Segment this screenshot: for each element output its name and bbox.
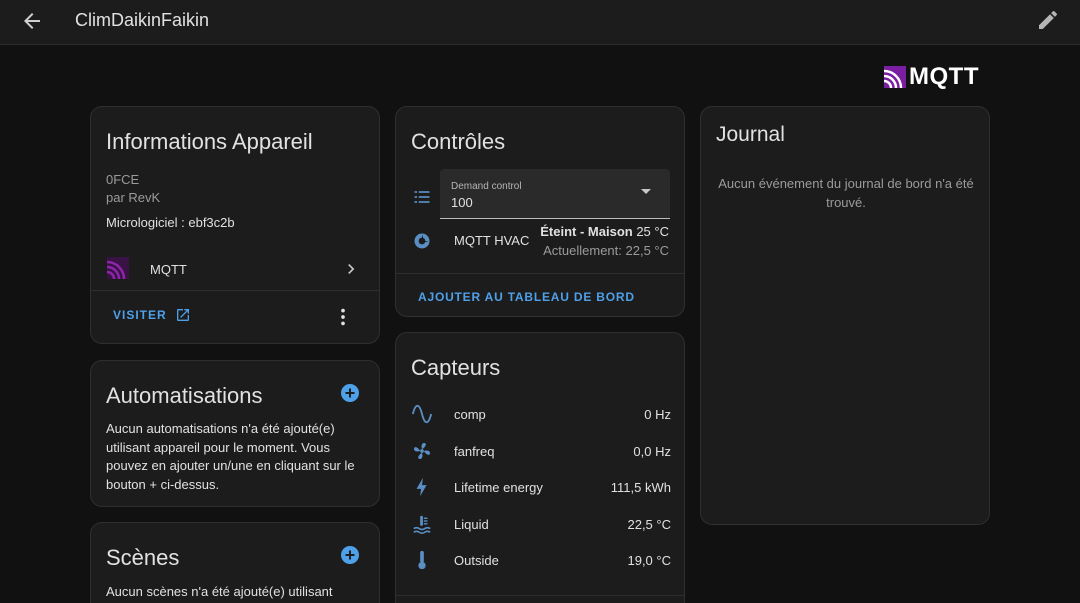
sensor-row-fanfreq[interactable]: fanfreq 0,0 Hz xyxy=(396,436,684,466)
add-scene-icon[interactable] xyxy=(340,545,360,565)
hvac-icon[interactable] xyxy=(412,231,432,251)
card-divider xyxy=(91,290,379,291)
sensor-name: comp xyxy=(454,407,486,422)
integration-row-mqtt[interactable]: MQTT xyxy=(91,251,379,291)
hvac-state-target: 25 °C xyxy=(632,224,669,239)
logbook-card: Journal Aucun événement du journal de bo… xyxy=(700,106,990,525)
hvac-current-temp: Actuellement: 22,5 °C xyxy=(543,243,669,258)
device-info-card: Informations Appareil 0FCE par RevK Micr… xyxy=(90,106,380,344)
device-info-title: Informations Appareil xyxy=(106,129,313,154)
sensor-row-lifetime-energy[interactable]: Lifetime energy 111,5 kWh xyxy=(396,472,684,502)
sensor-value: 0,0 Hz xyxy=(633,444,671,459)
logbook-title: Journal xyxy=(716,123,785,146)
sensor-value: 19,0 °C xyxy=(627,553,671,568)
thermometer-icon xyxy=(418,550,426,570)
device-model: 0FCE xyxy=(106,172,140,187)
dropdown-arrow-icon xyxy=(641,189,651,194)
mqtt-brand-logo: MQTT xyxy=(884,63,979,90)
mqtt-integration-icon xyxy=(107,257,129,279)
scenes-title: Scènes xyxy=(106,545,180,570)
hvac-state-mode: Éteint - Maison xyxy=(540,224,633,239)
visit-button[interactable]: VISITER xyxy=(113,307,191,323)
automations-card: Automatisations Aucun automatisations n'… xyxy=(90,360,380,507)
sensor-name: fanfreq xyxy=(454,444,495,459)
device-manufacturer: par RevK xyxy=(106,190,161,205)
automations-title: Automatisations xyxy=(106,383,263,408)
sensor-row-outside[interactable]: Outside 19,0 °C xyxy=(396,545,684,575)
scenes-empty-text: Aucun scènes n'a été ajouté(e) utilisant xyxy=(106,584,333,599)
more-vertical-icon[interactable] xyxy=(332,306,354,328)
sensors-card: Capteurs comp 0 Hz fanfreq 0,0 Hz Lifeti… xyxy=(395,332,685,603)
logbook-empty-text: Aucun événement du journal de bord n'a é… xyxy=(718,176,974,210)
fan-icon xyxy=(413,442,431,460)
sensor-name: Liquid xyxy=(454,517,489,532)
pencil-icon[interactable] xyxy=(1036,8,1060,32)
mqtt-logo-icon xyxy=(884,66,906,88)
coolant-temperature-icon xyxy=(413,515,431,534)
card-divider xyxy=(396,273,684,274)
scenes-card: Scènes Aucun scènes n'a été ajouté(e) ut… xyxy=(90,522,380,603)
hvac-state: Éteint - Maison 25 °C xyxy=(540,224,669,239)
sensor-name: Lifetime energy xyxy=(454,480,543,495)
add-automation-icon[interactable] xyxy=(340,383,360,403)
chevron-right-icon xyxy=(348,264,355,274)
sine-wave-icon xyxy=(411,404,433,424)
card-divider xyxy=(396,595,684,596)
arrow-left-icon[interactable] xyxy=(20,9,44,33)
automations-empty-text: Aucun automatisations n'a été ajouté(e) … xyxy=(106,421,355,492)
add-to-dashboard-button[interactable]: AJOUTER AU TABLEAU DE BORD xyxy=(418,290,635,304)
sensor-value: 111,5 kWh xyxy=(610,480,671,495)
sensor-value: 0 Hz xyxy=(644,407,671,422)
demand-control-value: 100 xyxy=(451,195,473,210)
sensor-row-comp[interactable]: comp 0 Hz xyxy=(396,399,684,429)
sensors-title: Capteurs xyxy=(411,355,501,380)
device-firmware: Micrologiciel : ebf3c2b xyxy=(106,215,235,230)
visit-label: VISITER xyxy=(113,308,167,322)
format-list-icon xyxy=(414,191,430,203)
top-app-bar: ClimDaikinFaikin xyxy=(0,0,1080,45)
page-title: ClimDaikinFaikin xyxy=(75,10,210,30)
demand-control-select[interactable]: Demand control 100 xyxy=(440,169,670,219)
mqtt-logo-text: MQTT xyxy=(909,63,979,90)
controls-card: Contrôles Demand control 100 MQTT HVAC É… xyxy=(395,106,685,317)
lightning-bolt-icon xyxy=(416,477,427,497)
sensor-value: 22,5 °C xyxy=(627,517,671,532)
integration-name: MQTT xyxy=(150,262,187,277)
demand-control-label: Demand control xyxy=(451,181,522,192)
sensor-name: Outside xyxy=(454,553,499,568)
sensor-row-liquid[interactable]: Liquid 22,5 °C xyxy=(396,509,684,539)
hvac-entity-name[interactable]: MQTT HVAC xyxy=(454,233,529,248)
controls-title: Contrôles xyxy=(411,129,506,154)
open-in-new-icon xyxy=(176,309,189,321)
